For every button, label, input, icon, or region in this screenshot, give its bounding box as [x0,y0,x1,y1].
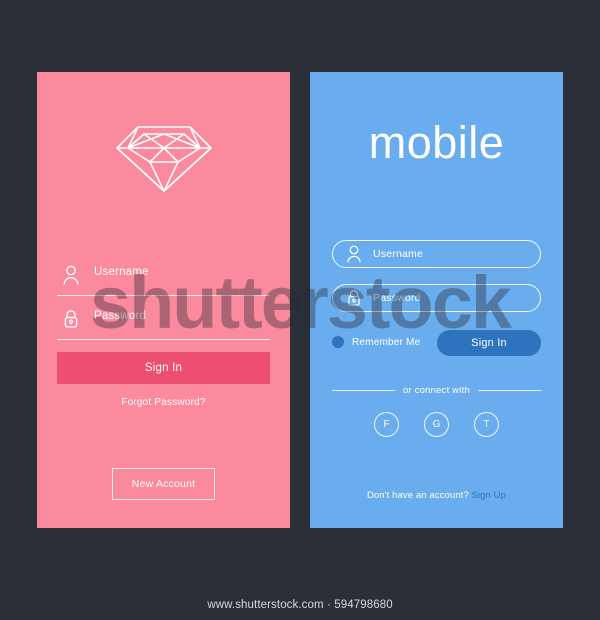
login-screen-pink: Username Password Sign In Forgot Passwor… [37,72,290,528]
username-placeholder-pink: Username [94,266,149,278]
new-account-button[interactable]: New Account [112,468,215,500]
remember-me-label: Remember Me [352,336,421,348]
social-login-row: F G T [310,412,563,437]
user-icon [345,244,363,264]
mockup-stage: Username Password Sign In Forgot Passwor… [0,0,600,590]
password-field-pink[interactable]: Password [57,306,270,340]
password-placeholder-blue: Password [373,292,421,304]
facebook-button[interactable]: F [374,412,399,437]
password-field-blue[interactable]: Password [332,284,541,312]
footer-caption: www.shutterstock.com · 594798680 [0,590,600,620]
lock-icon [345,288,363,308]
remember-me-toggle[interactable]: Remember Me [332,336,420,348]
twitter-button[interactable]: T [474,412,499,437]
user-icon [61,264,81,286]
sign-up-link[interactable]: Sign Up [471,490,506,501]
divider-line-left [332,390,396,391]
remember-me-radio-icon[interactable] [332,336,344,348]
login-screen-blue: mobile Username Password Remember Me Sig… [310,72,563,528]
signup-prompt: Don't have an account? Sign Up [310,490,563,501]
username-placeholder-blue: Username [373,248,424,260]
sign-in-button-blue[interactable]: Sign In [437,330,541,356]
forgot-password-link[interactable]: Forgot Password? [37,397,290,408]
divider-line-right [477,390,541,391]
diamond-logo [37,122,290,194]
username-field-pink[interactable]: Username [57,262,270,296]
sign-in-button-pink[interactable]: Sign In [57,352,270,384]
diamond-icon [115,126,212,192]
or-connect-with-divider: or connect with [332,385,541,396]
divider-label: or connect with [403,385,470,396]
app-title: mobile [368,117,505,168]
password-placeholder-pink: Password [94,310,147,322]
google-button[interactable]: G [424,412,449,437]
signup-question: Don't have an account? [367,490,469,501]
lock-icon [61,308,81,330]
username-field-blue[interactable]: Username [332,240,541,268]
